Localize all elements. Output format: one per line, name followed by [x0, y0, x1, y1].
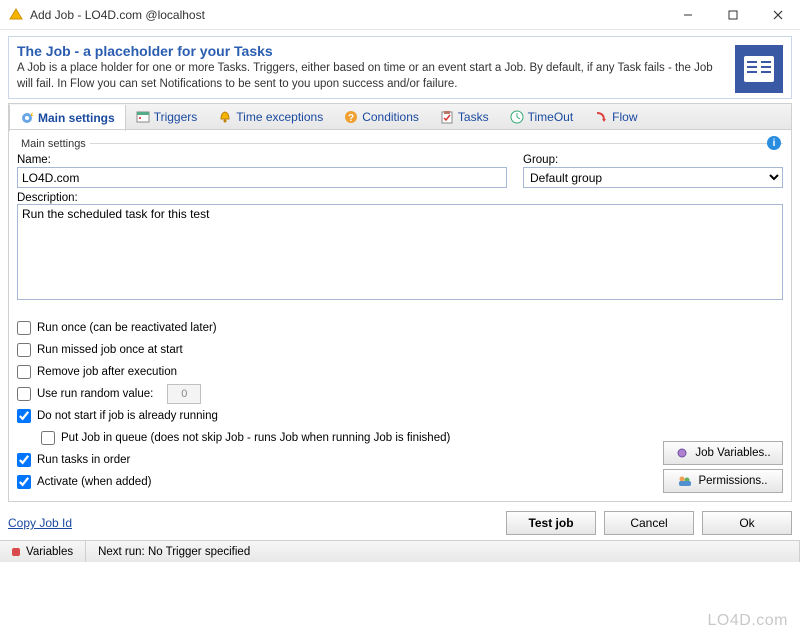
description-label: Description:: [17, 192, 78, 204]
maximize-button[interactable]: [710, 0, 755, 30]
header-panel: The Job - a placeholder for your Tasks A…: [8, 36, 792, 99]
cancel-button[interactable]: Cancel: [604, 511, 694, 535]
no-start-if-running-label: Do not start if job is already running: [37, 410, 218, 422]
fieldset-title: Main settings: [17, 138, 90, 150]
job-variables-button[interactable]: Job Variables..: [663, 441, 783, 465]
question-icon: ?: [344, 110, 358, 124]
tab-main-settings[interactable]: Main settings: [9, 105, 126, 131]
status-dot-icon: [12, 548, 20, 556]
users-icon: [678, 474, 692, 488]
tab-flow[interactable]: Flow: [584, 104, 648, 129]
tab-label: TimeOut: [528, 110, 574, 124]
header-title: The Job - a placeholder for your Tasks: [17, 43, 783, 59]
random-value-input: 0: [167, 384, 201, 404]
name-label: Name:: [17, 154, 507, 166]
run-once-label: Run once (can be reactivated later): [37, 322, 217, 334]
calendar-icon: [136, 110, 150, 124]
put-in-queue-label: Put Job in queue (does not skip Job - ru…: [61, 432, 450, 444]
run-in-order-checkbox[interactable]: [17, 453, 31, 467]
test-job-button[interactable]: Test job: [506, 511, 596, 535]
description-textarea[interactable]: [17, 204, 783, 300]
info-icon[interactable]: i: [767, 136, 781, 150]
group-select[interactable]: Default group: [523, 167, 783, 188]
flow-icon: [594, 110, 608, 124]
watermark: LO4D.com: [708, 612, 788, 630]
tab-label: Time exceptions: [236, 110, 323, 124]
remove-after-checkbox[interactable]: [17, 365, 31, 379]
remove-after-label: Remove job after execution: [37, 366, 177, 378]
use-random-label: Use run random value:: [37, 388, 153, 400]
svg-text:?: ?: [348, 113, 354, 124]
ok-button[interactable]: Ok: [702, 511, 792, 535]
close-button[interactable]: [755, 0, 800, 30]
clock-icon: [510, 110, 524, 124]
tab-label: Flow: [612, 110, 637, 124]
app-icon: [8, 7, 24, 23]
tab-tasks[interactable]: Tasks: [430, 104, 500, 129]
statusbar: Variables Next run: No Trigger specified: [0, 540, 800, 562]
use-random-checkbox[interactable]: [17, 387, 31, 401]
tab-timeout[interactable]: TimeOut: [500, 104, 585, 129]
no-start-if-running-checkbox[interactable]: [17, 409, 31, 423]
bell-icon: [218, 110, 232, 124]
run-once-checkbox[interactable]: [17, 321, 31, 335]
copy-job-id-link[interactable]: Copy Job Id: [8, 516, 72, 530]
tab-label: Triggers: [154, 110, 198, 124]
status-next-run: Next run: No Trigger specified: [86, 541, 800, 562]
main-settings-panel: Main settings i Name: Group: Default gro…: [8, 129, 792, 502]
window-title: Add Job - LO4D.com @localhost: [30, 8, 665, 22]
activate-label: Activate (when added): [37, 476, 151, 488]
activate-checkbox[interactable]: [17, 475, 31, 489]
run-missed-checkbox[interactable]: [17, 343, 31, 357]
titlebar: Add Job - LO4D.com @localhost: [0, 0, 800, 30]
action-bar: Copy Job Id Test job Cancel Ok: [8, 508, 792, 538]
tab-label: Main settings: [38, 111, 115, 125]
variable-icon: [675, 446, 689, 460]
minimize-button[interactable]: [665, 0, 710, 30]
window-controls: [665, 0, 800, 30]
status-variables[interactable]: Variables: [0, 541, 86, 562]
job-book-icon: [735, 45, 783, 93]
name-input[interactable]: [17, 167, 507, 188]
group-label: Group:: [523, 154, 783, 166]
gear-star-icon: [20, 111, 34, 125]
run-in-order-label: Run tasks in order: [37, 454, 130, 466]
run-missed-label: Run missed job once at start: [37, 344, 183, 356]
tab-conditions[interactable]: ? Conditions: [334, 104, 430, 129]
tabstrip: Main settings Triggers Time exceptions ?…: [8, 103, 792, 129]
header-description: A Job is a place holder for one or more …: [17, 61, 783, 92]
permissions-button[interactable]: Permissions..: [663, 469, 783, 493]
put-in-queue-checkbox[interactable]: [41, 431, 55, 445]
tab-triggers[interactable]: Triggers: [126, 104, 209, 129]
clipboard-icon: [440, 110, 454, 124]
tab-time-exceptions[interactable]: Time exceptions: [208, 104, 334, 129]
tab-label: Tasks: [458, 110, 489, 124]
tab-label: Conditions: [362, 110, 419, 124]
